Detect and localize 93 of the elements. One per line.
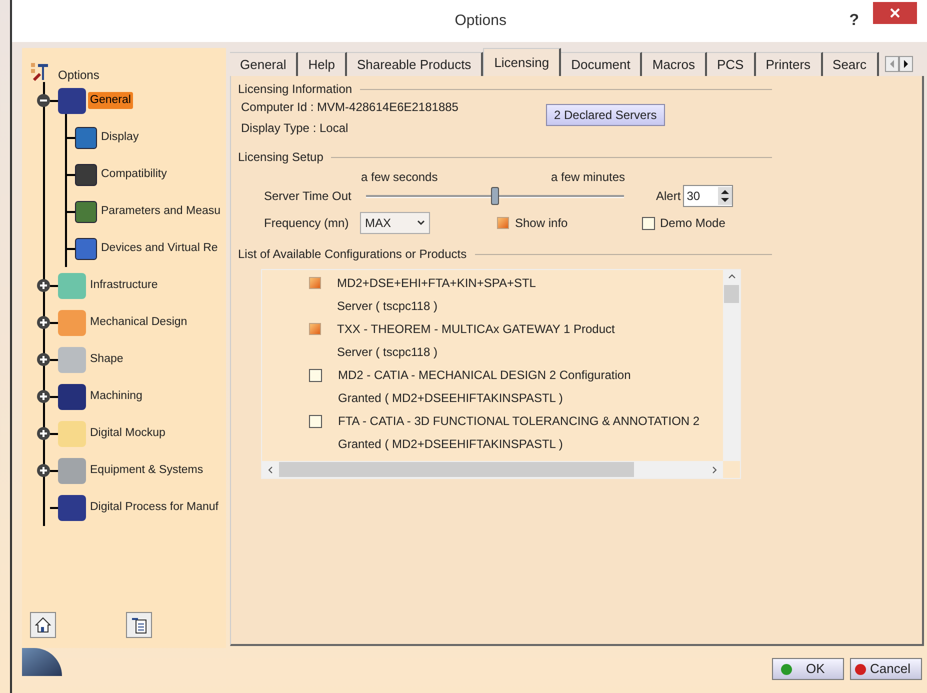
help-button[interactable]: ? [849,9,859,33]
setting-icon [75,126,97,148]
product-name: FTA - CATIA - 3D FUNCTIONAL TOLERANCING & ANNOTATION 2 [338,413,700,430]
tree-item[interactable]: Equipment & Systems [88,462,206,480]
window-title: Options [454,10,508,31]
expand-icon[interactable] [37,464,50,477]
tab[interactable]: Document [561,52,642,76]
ok-button[interactable]: OK [772,658,844,680]
module-icon [58,458,86,484]
setting-icon [75,164,97,186]
tab[interactable]: Licensing [483,48,562,76]
scrollbar-thumb[interactable] [724,285,739,303]
product-source: Granted ( MD2+DSEEHIFTAKINSPASTL ) [338,436,564,453]
product-source: Server ( tscpc118 ) [337,298,438,315]
section-title: Licensing Information [238,81,352,98]
expand-icon[interactable] [37,279,50,292]
document-icon [130,616,148,634]
product-source: Server ( tscpc118 ) [337,344,438,361]
section-title: List of Available Configurations or Products [238,246,467,263]
horizontal-scrollbar[interactable] [262,461,723,478]
vertical-scrollbar[interactable] [723,270,740,461]
product-name: MD2+DSE+EHI+FTA+KIN+SPA+STL [337,275,536,292]
tab[interactable]: Searc [822,52,878,76]
section-title: Licensing Setup [238,149,324,166]
scroll-right-button[interactable] [898,56,912,72]
tree-item[interactable]: Mechanical Design [88,314,190,332]
module-icon [58,88,86,114]
frequency-dropdown[interactable]: MAX [360,212,430,234]
cancel-button[interactable]: Cancel [850,658,922,680]
tree-item[interactable]: Digital Mockup [88,424,168,442]
expand-icon[interactable] [37,353,50,366]
spin-arrows-icon [718,187,732,205]
tree-item[interactable]: Infrastructure [88,276,160,294]
checkbox[interactable] [309,415,322,428]
product-name: TXX - THEOREM - MULTICAx GATEWAY 1 Product [337,321,615,338]
alert-spin-field[interactable]: 30 [682,185,733,207]
tree-item[interactable]: Parameters and Measu [99,202,223,220]
demo-mode-label: Demo Mode [660,215,726,232]
globe-drawing [22,648,62,676]
setting-icon [75,200,97,222]
cancel-status-icon [855,664,866,674]
tree-root-label[interactable]: Options [58,60,100,84]
checkbox[interactable] [497,217,509,229]
tree-item[interactable]: Shape [88,350,126,368]
home-tools-button[interactable] [30,612,56,638]
computer-id: Computer Id : MVM-428614E6E2181885 [241,99,460,116]
tree-item[interactable]: Devices and Virtual Re [99,240,220,258]
slider-max-label: a few minutes [551,169,626,184]
display-type: Display Type : Local [241,120,350,137]
tree-item[interactable]: General [88,92,133,110]
module-icon [58,420,86,446]
product-name: MD2 - CATIA - MECHANICAL DESIGN 2 Configuration [338,367,631,384]
slider-min-label: a few seconds [361,169,439,184]
checkbox[interactable] [309,277,321,289]
setting-icon [75,238,97,260]
tab[interactable]: Printers [756,52,823,76]
checkbox[interactable] [309,369,322,382]
product-source: Granted ( MD2+DSEEHIFTAKINSPASTL ) [338,390,564,407]
frequency-label: Frequency (mn) [264,215,350,232]
show-info-label: Show info [515,215,568,232]
right-arrow-icon [902,60,908,68]
tab[interactable]: Macros [642,52,707,76]
tab[interactable]: General [230,52,298,76]
server-time-out-label: Server Time Out [264,188,352,205]
expand-icon[interactable] [37,390,50,403]
expand-icon[interactable] [37,316,50,329]
ok-status-icon [781,664,792,674]
left-arrow-icon [888,60,894,68]
tab[interactable]: Shareable Products [347,52,484,76]
tree-item[interactable]: Digital Process for Manuf [88,498,220,516]
scrollbar-thumb[interactable] [279,462,634,477]
house-icon [34,616,52,634]
tree-item[interactable]: Machining [88,388,144,406]
module-icon [58,384,86,410]
tab[interactable]: PCS [707,52,756,76]
tree-item[interactable]: Display [99,128,141,146]
chevron-down-icon [417,220,425,226]
declared-servers-button[interactable]: 2 Declared Servers [546,104,665,126]
tools-list-button[interactable] [126,612,152,638]
module-icon [58,272,86,298]
checkbox[interactable] [309,323,321,335]
close-icon [890,8,900,18]
collapse-icon[interactable] [37,94,50,107]
checkbox[interactable] [642,216,655,230]
close-button[interactable] [873,2,917,24]
slider-thumb[interactable] [491,186,499,204]
tree-item[interactable]: Compatibility [99,166,169,184]
module-icon [58,346,86,372]
module-icon [58,494,86,520]
alert-label: Alert [656,188,681,205]
module-icon [58,310,86,336]
expand-icon[interactable] [37,427,50,440]
tab[interactable]: Help [298,52,347,76]
